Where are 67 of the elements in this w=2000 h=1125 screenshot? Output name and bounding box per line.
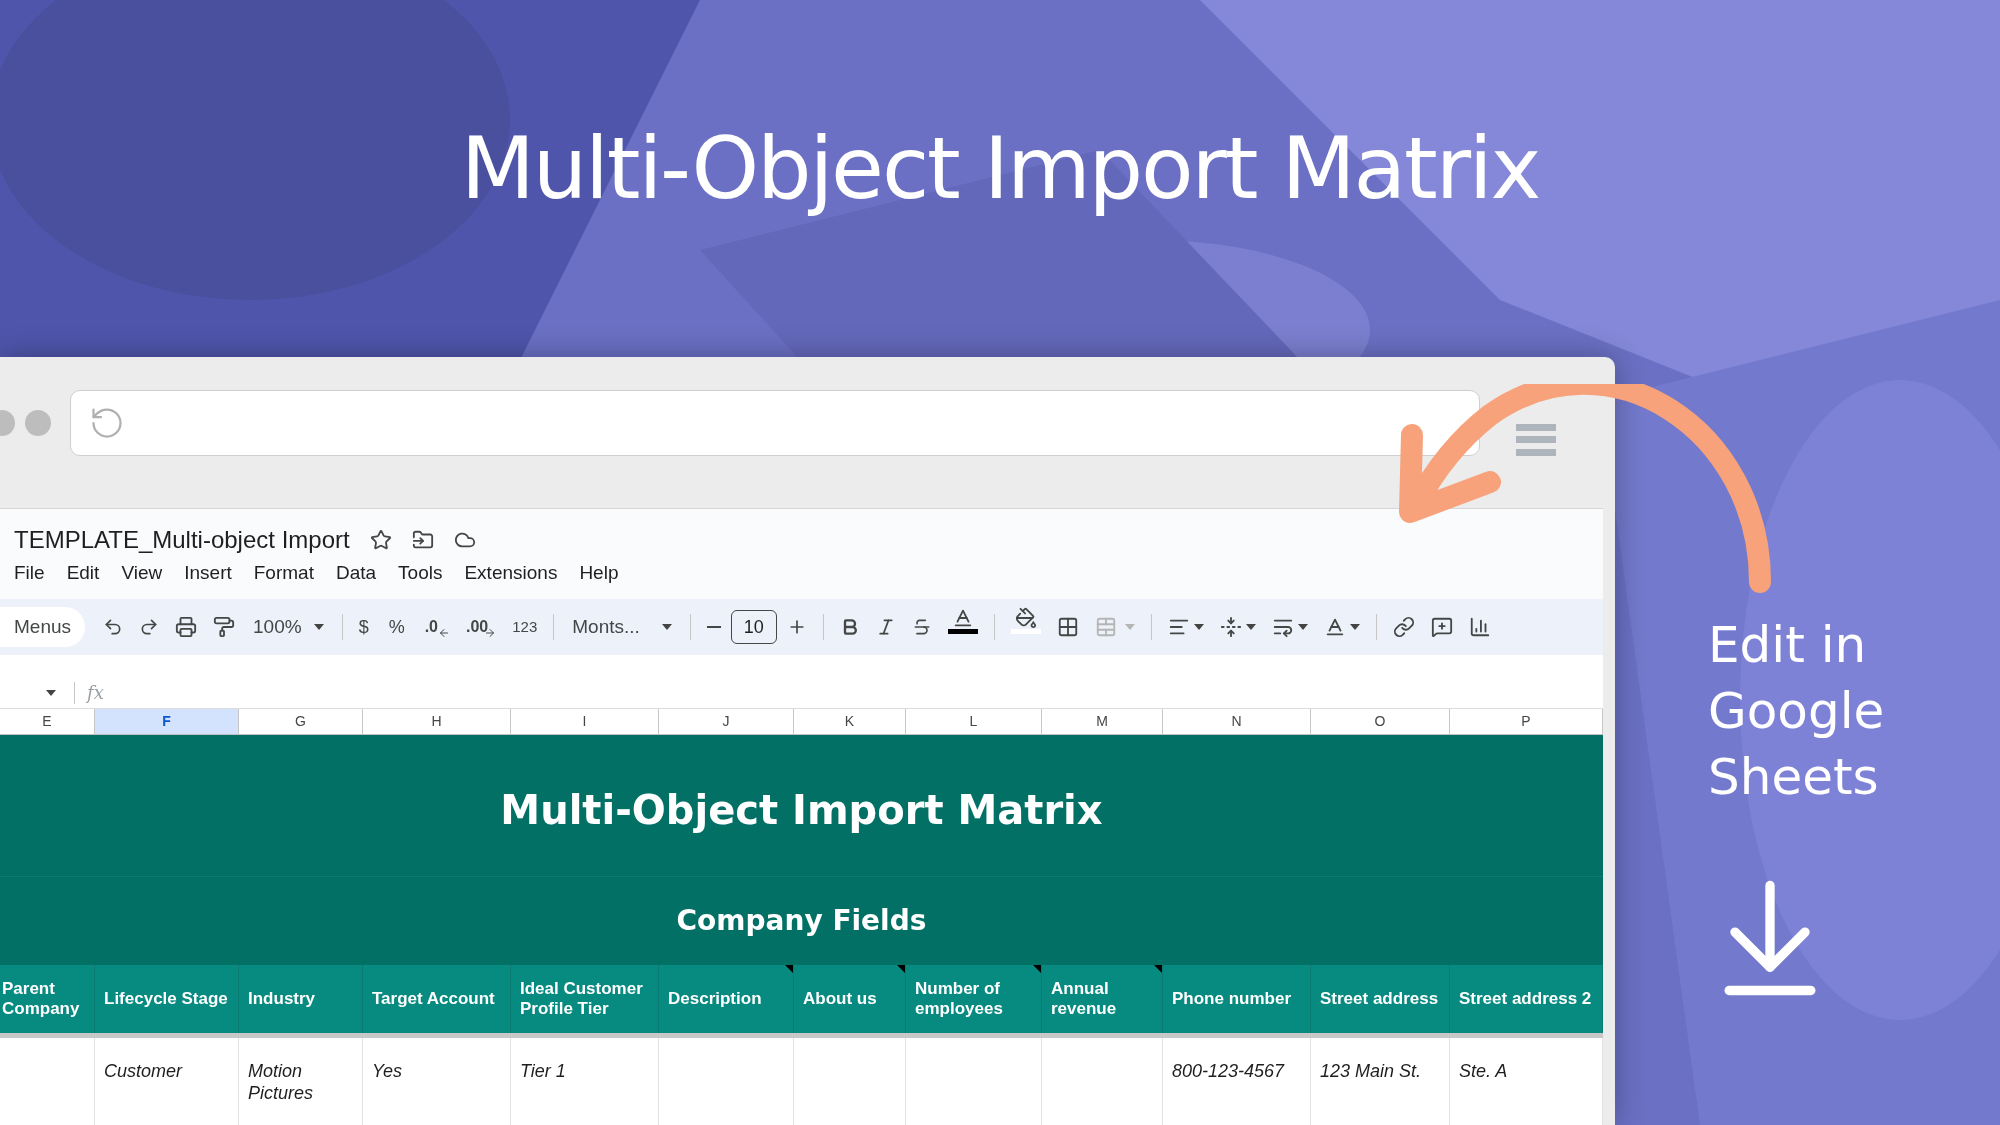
column-heading: Street address 2 xyxy=(1450,965,1603,1033)
menu-item[interactable]: Insert xyxy=(184,558,232,588)
link-icon xyxy=(1392,616,1415,638)
menu-item[interactable]: Edit xyxy=(66,558,100,588)
currency-button[interactable]: $ xyxy=(352,610,375,644)
sheet-title: Multi-Object Import Matrix xyxy=(500,785,1103,835)
caret-icon xyxy=(1349,624,1360,630)
star-icon[interactable] xyxy=(369,529,392,551)
arrow-left-icon xyxy=(438,627,450,639)
menu-item[interactable]: Tools xyxy=(398,558,443,588)
table-cell: Yes xyxy=(372,1060,403,1082)
caret-icon xyxy=(661,624,672,630)
caret-icon xyxy=(1193,624,1204,630)
caret-icon xyxy=(46,689,56,696)
table-cell: Customer xyxy=(104,1060,183,1082)
menu-item[interactable]: File xyxy=(14,558,45,588)
table-cell: 123 Main St. xyxy=(1320,1060,1422,1082)
chart-icon xyxy=(1468,616,1491,638)
column-heading: Street address xyxy=(1311,965,1450,1033)
column-heading: Ideal Customer Profile Tier xyxy=(511,965,659,1033)
column-header[interactable]: F xyxy=(95,709,239,734)
increase-decimals-button[interactable]: .00 xyxy=(460,610,503,644)
menu-item[interactable]: Data xyxy=(335,558,377,588)
table-cell: Ste. A xyxy=(1459,1060,1508,1082)
number-format-button[interactable]: 123 xyxy=(506,610,544,644)
column-heading: Description xyxy=(659,965,794,1033)
headline: Multi-Object Import Matrix xyxy=(460,117,1540,220)
menu-item[interactable]: Help xyxy=(579,558,619,588)
fx-icon: fx xyxy=(87,679,104,706)
font-dropdown[interactable]: Monts... xyxy=(564,610,680,644)
comment-icon xyxy=(1430,616,1453,638)
paint-roller-icon xyxy=(213,616,236,638)
menus-button[interactable]: Menus xyxy=(0,607,86,647)
merge-icon xyxy=(1094,616,1117,638)
minus-icon xyxy=(706,626,721,628)
column-heading: Industry xyxy=(239,965,363,1033)
print-icon xyxy=(175,616,198,638)
column-heading: Phone number xyxy=(1163,965,1311,1033)
percent-button[interactable]: % xyxy=(378,610,415,644)
borders-icon xyxy=(1056,616,1079,638)
caret-icon xyxy=(1297,624,1308,630)
table-cell: 800-123-4567 xyxy=(1172,1060,1285,1082)
caret-icon xyxy=(1245,624,1256,630)
document-title[interactable]: TEMPLATE_Multi-object Import xyxy=(14,522,350,558)
table-cell-text: Motion Pictures xyxy=(248,1060,315,1104)
table-cell: Tier 1 xyxy=(520,1060,566,1082)
column-heading: Target Account xyxy=(363,965,511,1033)
paint-bucket-icon xyxy=(1014,607,1037,629)
column-heading: About us xyxy=(794,965,906,1033)
menu-item[interactable]: Format xyxy=(253,558,314,588)
section-title: Company Fields xyxy=(676,903,927,939)
column-heading: Lifecycle Stage xyxy=(95,965,239,1033)
redo-icon xyxy=(139,617,160,637)
menu-item[interactable]: Extensions xyxy=(464,558,558,588)
column-heading: Number of employees xyxy=(906,965,1042,1033)
column-heading: Parent Company xyxy=(0,965,95,1033)
font-size-field[interactable]: 10 xyxy=(730,610,777,644)
caret-icon xyxy=(1124,624,1135,630)
vertical-align-icon xyxy=(1219,616,1242,638)
decrease-decimals-button[interactable]: .0 xyxy=(418,610,456,644)
zoom-dropdown[interactable]: 100% xyxy=(245,610,332,644)
window-controls-icon xyxy=(0,408,52,437)
folder-icon[interactable] xyxy=(411,529,434,551)
caret-icon xyxy=(313,624,324,630)
column-heading: Annual revenue xyxy=(1042,965,1163,1033)
menu-item[interactable]: View xyxy=(121,558,163,588)
side-caption: Edit in Google Sheets xyxy=(1708,615,1886,808)
